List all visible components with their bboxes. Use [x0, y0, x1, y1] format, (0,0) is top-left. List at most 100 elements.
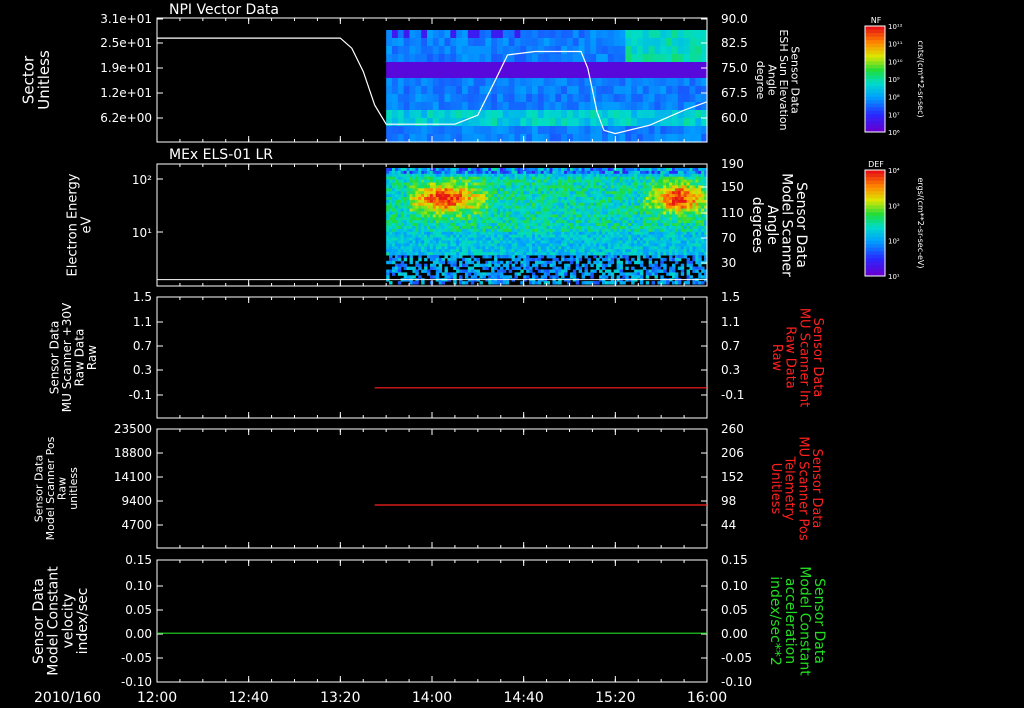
panel-2-heatmap-cell: [674, 275, 679, 279]
panel-2-heatmap-cell: [572, 257, 577, 262]
panel-2-heatmap-cell: [674, 197, 679, 201]
panel-2-heatmap-cell: [505, 194, 510, 198]
panel-2-heatmap-cell: [619, 211, 623, 215]
panel-2-heatmap-cell: [473, 211, 478, 215]
panel-2-heatmap-cell: [593, 179, 597, 183]
panel-2-heatmap-cell: [403, 208, 408, 212]
panel-2-heatmap-cell: [581, 214, 585, 218]
colorbar-2-tick: 10⁴: [888, 167, 900, 175]
panel-2-heatmap-cell: [628, 231, 632, 236]
panel-2-heatmap-cell: [397, 191, 402, 195]
panel-2-heatmap-cell: [403, 255, 408, 259]
panel-2-heatmap-cell: [543, 194, 548, 198]
panel-2-heatmap-cell: [692, 202, 696, 207]
panel-1-heatmap-cell: [613, 54, 621, 63]
panel-2-heatmap-cell: [432, 185, 437, 189]
panel-2-heatmap-cell: [607, 249, 612, 253]
panel-2-heatmap-cell: [456, 176, 460, 181]
panel-2-heatmap-cell: [602, 202, 606, 207]
panel-2-heatmap-cell: [672, 223, 676, 227]
panel-2-heatmap-cell: [680, 252, 685, 256]
panel-2-heatmap-cell: [686, 173, 690, 178]
panel-1-heatmap-cell: [450, 118, 457, 127]
panel-2-heatmap-cell: [590, 185, 594, 189]
panel-2-heatmap-cell: [578, 197, 583, 201]
panel-2-heatmap-cell: [686, 214, 690, 218]
panel-2-heatmap-cell: [564, 202, 568, 207]
panel-2-heatmap-cell: [412, 223, 416, 227]
colorbar-2-segment: [865, 254, 885, 259]
panel-1-heatmap-cell: [689, 110, 696, 119]
panel-2-heatmap-cell: [602, 243, 606, 247]
panel-2-heatmap-cell: [406, 170, 410, 175]
panel-2-heatmap-cell: [546, 214, 550, 218]
panel-2-heatmap-cell: [625, 266, 629, 270]
panel-2-heatmap-cell: [441, 208, 445, 212]
panel-1-heatmap-cell: [572, 62, 580, 71]
panel-2-heatmap-cell: [660, 185, 664, 189]
panel-2-heatmap-cell: [669, 197, 673, 201]
panel-2-heatmap-cell: [450, 228, 454, 233]
panel-2-heatmap-cell: [549, 188, 553, 192]
panel-2-heatmap-cell: [604, 237, 609, 241]
panel-2-heatmap-cell: [701, 191, 705, 195]
panel-2-heatmap-cell: [494, 188, 498, 192]
panel-2-heatmap-cell: [686, 179, 690, 183]
panel-2-heatmap-cell: [400, 217, 405, 221]
panel-2-heatmap-cell: [546, 220, 550, 224]
panel-2-heatmap-cell: [561, 228, 565, 233]
panel-2-heatmap-cell: [555, 252, 559, 256]
panel-2-heatmap-cell: [499, 252, 504, 256]
panel-1-heatmap-cell: [543, 94, 551, 103]
panel-2-heatmap-cell: [607, 257, 612, 262]
panel-2-heatmap-cell: [625, 191, 629, 195]
panel-2-heatmap-cell: [447, 237, 451, 241]
panel-2-heatmap-cell: [456, 237, 460, 241]
panel-2-heatmap-cell: [456, 191, 460, 195]
panel-2-heatmap-cell: [427, 223, 431, 227]
panel-2-heatmap-cell: [441, 246, 445, 250]
panel-2-heatmap-cell: [607, 197, 612, 201]
panel-2-heatmap-cell: [467, 246, 472, 250]
panel-1-heatmap-cell: [397, 94, 405, 103]
panel-2-heatmap-cell: [453, 240, 457, 244]
panel-2-heatmap-cell: [412, 275, 416, 279]
panel-2-heatmap-cell: [532, 182, 536, 186]
panel-2-heatmap-cell: [520, 234, 524, 239]
panel-2-heatmap-cell: [412, 220, 416, 224]
panel-2-heatmap-cell: [441, 202, 445, 207]
panel-2-heatmap-cell: [520, 269, 524, 273]
panel-2-heatmap-cell: [400, 237, 405, 241]
panel-2-heatmap-cell: [660, 173, 664, 178]
panel-2-heatmap-cell: [558, 220, 562, 224]
panel-2-heatmap-cell: [421, 199, 425, 204]
colorbar-1-tick: 10⁷: [888, 111, 900, 119]
panel-2-heatmap-cell: [435, 176, 440, 181]
panel-2-heatmap-cell: [505, 252, 510, 256]
panel-1-heatmap-cell: [438, 110, 446, 119]
panel-2-heatmap-cell: [532, 191, 536, 195]
panel-2-heatmap-cell: [494, 240, 498, 244]
panel-2-heatmap-cell: [537, 252, 542, 256]
panel-2-heatmap-cell: [432, 249, 437, 253]
panel-2-heatmap-cell: [686, 168, 690, 172]
panel-2-heatmap-cell: [459, 168, 463, 172]
colorbar-1-tick: 10⁸: [888, 94, 900, 102]
panel-2-heatmap-cell: [464, 191, 469, 195]
panel-2-heatmap-cell: [543, 226, 548, 230]
panel-2-heatmap-cell: [555, 228, 559, 233]
panel-2-heatmap-cell: [602, 234, 606, 239]
panel-2-heatmap-cell: [642, 228, 647, 233]
panel-2-heatmap-cell: [602, 263, 606, 268]
panel-2-heatmap-cell: [569, 185, 574, 189]
panel-1-heatmap-cell: [596, 46, 603, 55]
panel-2-heatmap-cell: [622, 194, 626, 198]
panel-1-heatmap-cell: [520, 30, 527, 39]
panel-2-heatmap-cell: [386, 231, 390, 236]
panel-2-heatmap-cell: [537, 228, 542, 233]
panel-2-heatmap-cell: [648, 269, 653, 273]
panel-1-heatmap-cell: [508, 30, 516, 39]
panel-2-heatmap-cell: [546, 191, 550, 195]
panel-2-heatmap-cell: [569, 168, 574, 172]
panel-2-heatmap-cell: [637, 199, 641, 204]
